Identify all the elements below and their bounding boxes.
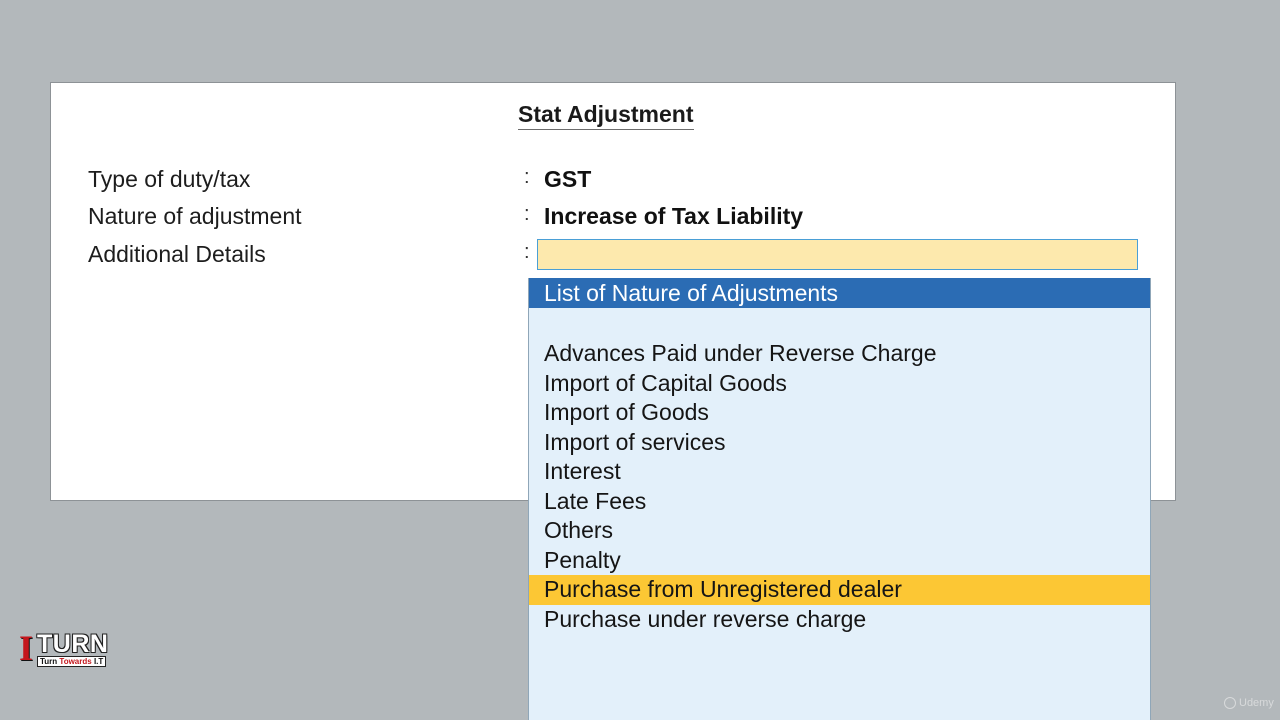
iturn-logo: I TURN Turn Towards I.T — [19, 630, 113, 668]
list-item[interactable]: Purchase under reverse charge — [529, 605, 1150, 635]
additional-details-input[interactable] — [537, 239, 1138, 270]
field-label-additional-details: Additional Details — [88, 241, 266, 267]
udemy-watermark: Udemy — [1224, 697, 1274, 710]
list-item[interactable]: Others — [529, 516, 1150, 546]
field-colon: : — [524, 241, 530, 263]
list-item[interactable]: Advances Paid under Reverse Charge — [529, 339, 1150, 369]
list-item[interactable]: Import of services — [529, 428, 1150, 458]
logo-tagline: Turn Towards I.T — [37, 656, 107, 667]
field-row-additional-details: Additional Details : — [88, 239, 1138, 271]
field-label-duty-type: Type of duty/tax — [88, 166, 251, 192]
list-item[interactable]: Import of Capital Goods — [529, 369, 1150, 399]
list-item[interactable]: Late Fees — [529, 487, 1150, 517]
logo-letter: I — [19, 628, 34, 668]
field-label-nature-of-adjustment: Nature of adjustment — [88, 203, 302, 229]
field-row-nature-of-adjustment: Nature of adjustment : Increase of Tax L… — [88, 203, 1138, 233]
watermark-text: Udemy — [1239, 697, 1274, 709]
list-items: Advances Paid under Reverse Charge Import… — [529, 339, 1150, 634]
logo-tagline-suffix: I.T — [91, 657, 104, 666]
list-item[interactable]: Penalty — [529, 546, 1150, 576]
field-colon: : — [524, 203, 530, 225]
logo-word: TURN — [37, 630, 109, 658]
list-item[interactable]: Import of Goods — [529, 398, 1150, 428]
field-value-duty-type[interactable]: GST — [544, 166, 591, 193]
list-item-selected[interactable]: Purchase from Unregistered dealer — [529, 575, 1150, 605]
logo-tagline-highlight: Towards — [59, 657, 92, 666]
field-row-duty-type: Type of duty/tax : GST — [88, 166, 1138, 196]
logo-tagline-prefix: Turn — [40, 657, 60, 666]
nature-of-adjustments-list: List of Nature of Adjustments Advances P… — [528, 278, 1151, 720]
list-header: List of Nature of Adjustments — [529, 278, 1150, 308]
field-colon: : — [524, 166, 530, 188]
udemy-logo-icon — [1224, 697, 1236, 710]
field-value-nature-of-adjustment[interactable]: Increase of Tax Liability — [544, 203, 803, 230]
list-item[interactable]: Interest — [529, 457, 1150, 487]
panel-title: Stat Adjustment — [518, 101, 694, 130]
